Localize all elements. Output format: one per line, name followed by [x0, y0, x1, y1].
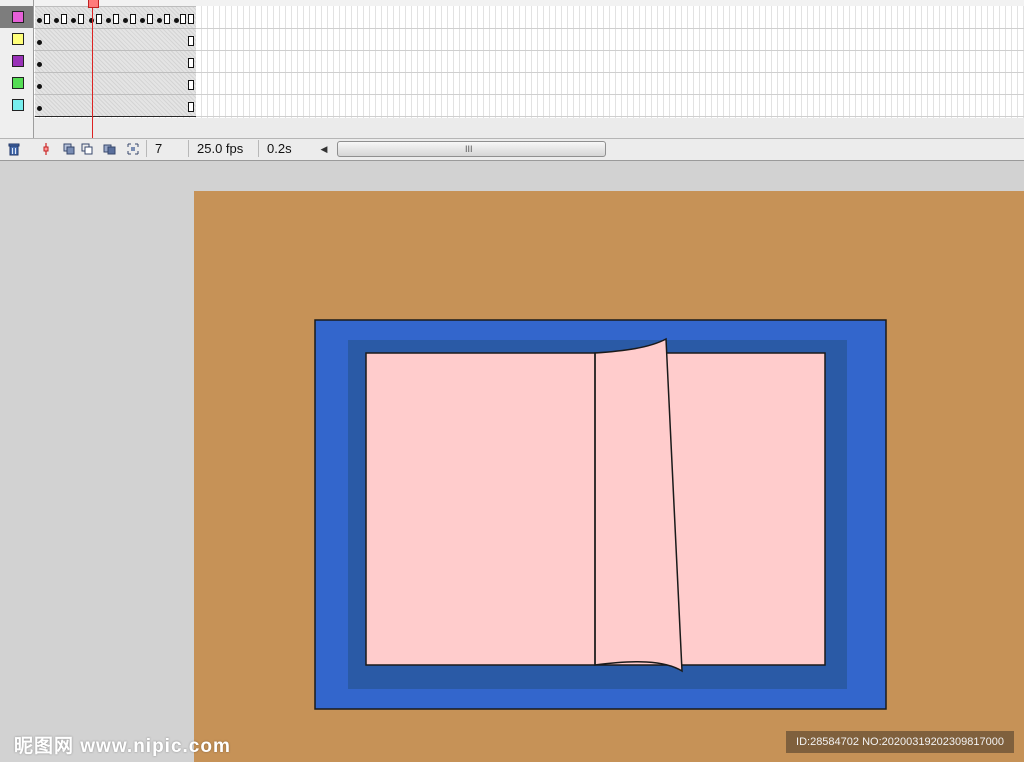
frame-grid[interactable]: [34, 6, 1024, 118]
layer-color-swatch[interactable]: [12, 33, 24, 45]
turning-page: [594, 337, 683, 673]
keyframe[interactable]: [106, 18, 111, 23]
keyframe-end[interactable]: [78, 14, 84, 24]
frame-row-3[interactable]: [34, 50, 1024, 73]
trash-icon[interactable]: [5, 140, 23, 158]
book-illustration[interactable]: [194, 191, 1024, 762]
center-frame-icon[interactable]: [37, 140, 55, 158]
keyframe[interactable]: [71, 18, 76, 23]
playhead-line: [92, 0, 93, 138]
onion-markers-icon[interactable]: [124, 140, 142, 158]
elapsed-time-field: 0.2s: [258, 140, 311, 157]
scroll-left-arrow-icon[interactable]: ◀: [318, 141, 330, 157]
watermark-id: ID:28584702 NO:20200319202309817000: [786, 731, 1014, 753]
layer-row-2[interactable]: [0, 28, 33, 50]
frame-rate-field[interactable]: 25.0 fps: [188, 140, 257, 157]
current-frame-field[interactable]: 7: [146, 140, 191, 157]
keyframe-end[interactable]: [188, 58, 194, 68]
layer-color-swatch[interactable]: [12, 11, 24, 23]
keyframe-end[interactable]: [113, 14, 119, 24]
edit-multiple-frames-icon[interactable]: [101, 140, 119, 158]
layer-row-1[interactable]: [0, 6, 33, 28]
frame-row-2[interactable]: [34, 28, 1024, 51]
keyframe[interactable]: [37, 18, 42, 23]
keyframe-end[interactable]: [188, 36, 194, 46]
keyframe-end[interactable]: [96, 14, 102, 24]
frame-span[interactable]: [35, 50, 196, 73]
timeline-footer: 7 25.0 fps 0.2s ◀ III: [0, 138, 1024, 160]
keyframe[interactable]: [37, 106, 42, 111]
keyframe[interactable]: [37, 62, 42, 67]
layer-row-3[interactable]: [0, 50, 33, 72]
watermark-logo: 昵图网 www.nipic.com: [14, 736, 231, 757]
keyframe-end[interactable]: [130, 14, 136, 24]
onion-skin-outlines-icon[interactable]: [78, 140, 96, 158]
keyframe-end[interactable]: [188, 80, 194, 90]
keyframe[interactable]: [54, 18, 59, 23]
layer-color-swatch[interactable]: [12, 55, 24, 67]
frame-row-1[interactable]: [34, 6, 1024, 29]
playhead-handle[interactable]: [88, 0, 99, 8]
keyframe-end[interactable]: [188, 14, 194, 24]
frame-span[interactable]: [35, 94, 196, 117]
keyframe[interactable]: [174, 18, 179, 23]
keyframe[interactable]: [140, 18, 145, 23]
keyframe[interactable]: [123, 18, 128, 23]
frame-row-5[interactable]: [34, 94, 1024, 117]
frame-span[interactable]: [35, 72, 196, 95]
horizontal-scroll-thumb[interactable]: III: [337, 141, 606, 157]
stage-canvas[interactable]: [194, 191, 1024, 762]
frame-row-4[interactable]: [34, 72, 1024, 95]
onion-skin-icon[interactable]: [60, 140, 78, 158]
keyframe-end[interactable]: [180, 14, 186, 24]
scroll-grip-icon: III: [465, 144, 473, 154]
keyframe-end[interactable]: [188, 102, 194, 112]
layer-list: [0, 0, 34, 138]
keyframe-end[interactable]: [164, 14, 170, 24]
frame-span[interactable]: [35, 28, 196, 51]
timeline-panel: 7 25.0 fps 0.2s ◀ III: [0, 0, 1024, 161]
keyframe[interactable]: [157, 18, 162, 23]
keyframe-end[interactable]: [44, 14, 50, 24]
layer-color-swatch[interactable]: [12, 77, 24, 89]
layer-color-swatch[interactable]: [12, 99, 24, 111]
keyframe[interactable]: [37, 40, 42, 45]
layer-row-5[interactable]: [0, 94, 33, 116]
layer-row-4[interactable]: [0, 72, 33, 94]
keyframe-end[interactable]: [61, 14, 67, 24]
keyframe[interactable]: [37, 84, 42, 89]
keyframe-end[interactable]: [147, 14, 153, 24]
